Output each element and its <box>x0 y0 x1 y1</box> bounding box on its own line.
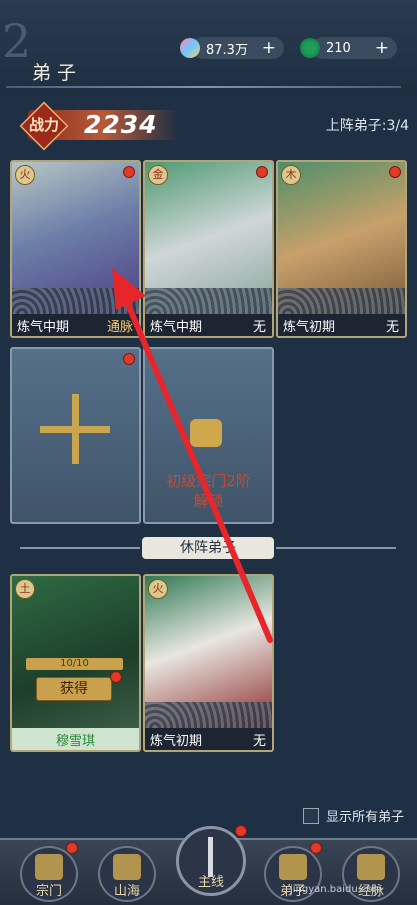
arrow-shaft <box>119 287 273 643</box>
annotation-arrow <box>112 268 273 643</box>
arrow-head <box>112 268 146 310</box>
